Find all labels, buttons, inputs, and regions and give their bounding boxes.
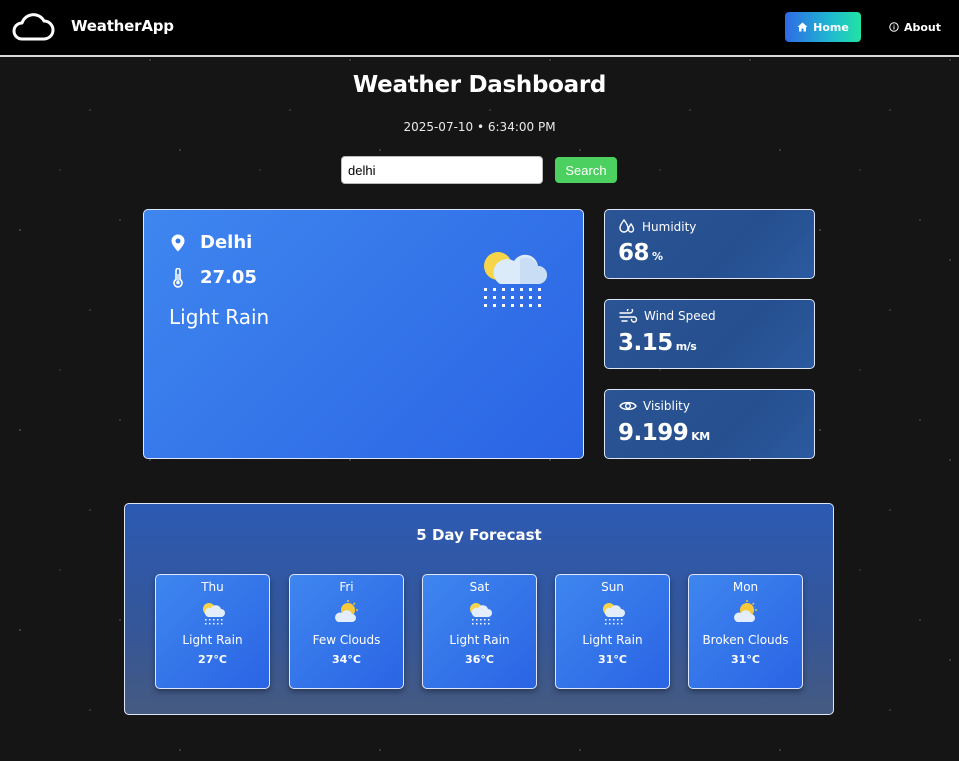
forecast-description: Few Clouds [312, 633, 381, 647]
forecast-card: Sat Light Rain 36°C [422, 574, 537, 689]
forecast-card: Thu Light Rain 27°C [155, 574, 270, 689]
weather-description: Light Rain [169, 305, 270, 329]
forecast-temp: 31°C [598, 653, 627, 666]
sun-cloud-rain-icon [484, 252, 547, 307]
temperature-value: 27.05 [200, 267, 257, 288]
map-pin-icon [171, 234, 185, 251]
forecast-temp: 36°C [465, 653, 494, 666]
eye-icon [619, 401, 637, 411]
current-weather-card: Delhi 27.05 Light Rain [143, 209, 584, 459]
humidity-card: Humidity 68% [604, 209, 815, 279]
home-icon [797, 22, 808, 32]
nav-home-button[interactable]: Home [785, 12, 861, 42]
visibility-value-row: 9.199 KM [618, 420, 710, 446]
wind-value: 3.15 [618, 330, 673, 356]
location-row: Delhi [170, 232, 252, 253]
visibility-header: Visiblity [619, 399, 690, 413]
forecast-description: Light Rain [449, 633, 510, 647]
humidity-value-row: 68% [618, 240, 663, 266]
humidity-value: 68 [618, 240, 650, 266]
forecast-day: Mon [732, 580, 759, 594]
forecast-temp: 31°C [731, 653, 760, 666]
rain-icon [603, 603, 625, 625]
wind-unit: m/s [675, 340, 697, 353]
temperature-row: 27.05 [170, 267, 257, 288]
humidity-header: Humidity [619, 219, 696, 235]
forecast-card: Fri Few Clouds 34°C [289, 574, 404, 689]
wind-header: Wind Speed [619, 309, 716, 323]
forecast-temp: 27°C [198, 653, 227, 666]
forecast-card: Mon Broken Clouds 31°C [688, 574, 803, 689]
forecast-description: Light Rain [182, 633, 243, 647]
info-icon [889, 22, 899, 32]
brand-name[interactable]: WeatherApp [71, 17, 174, 35]
sun-cloud-icon [335, 600, 358, 622]
forecast-day: Fri [339, 580, 354, 594]
forecast-day: Sat [469, 580, 490, 594]
forecast-description: Broken Clouds [702, 633, 789, 647]
visibility-value: 9.199 [618, 420, 689, 446]
droplets-icon [619, 219, 635, 233]
wind-icon [619, 309, 638, 323]
wind-value-row: 3.15 m/s [618, 330, 697, 356]
navbar: WeatherApp Home About [0, 0, 959, 57]
humidity-unit: % [652, 250, 663, 263]
forecast-day: Thu [201, 580, 224, 594]
visibility-card: Visiblity 9.199 KM [604, 389, 815, 459]
forecast-title: 5 Day Forecast [416, 526, 542, 544]
search-button[interactable]: Search [555, 157, 617, 183]
forecast-temp: 34°C [332, 653, 361, 666]
visibility-unit: KM [691, 430, 710, 443]
page-title: Weather Dashboard [352, 72, 607, 98]
sun-cloud-icon [734, 600, 757, 622]
forecast-panel: 5 Day Forecast Thu Light Rain 27°C Fri F… [124, 503, 834, 715]
city-search-input[interactable] [341, 156, 543, 184]
datetime: 2025-07-10 • 6:34:00 PM [403, 120, 556, 134]
rain-icon [203, 603, 225, 625]
wind-card: Wind Speed 3.15 m/s [604, 299, 815, 369]
wind-label: Wind Speed [644, 309, 716, 323]
forecast-card: Sun Light Rain 31°C [555, 574, 670, 689]
nav-about-label: About [903, 20, 942, 34]
forecast-description: Light Rain [582, 633, 643, 647]
rain-icon [470, 603, 492, 625]
humidity-label: Humidity [642, 220, 697, 234]
thermometer-icon [173, 267, 183, 288]
forecast-day: Sun [601, 580, 624, 594]
city-name: Delhi [200, 232, 253, 253]
nav-about-link[interactable]: About [885, 12, 945, 42]
nav-home-label: Home [813, 20, 849, 34]
visibility-label: Visiblity [643, 399, 690, 413]
cloud-logo-icon [12, 13, 55, 41]
